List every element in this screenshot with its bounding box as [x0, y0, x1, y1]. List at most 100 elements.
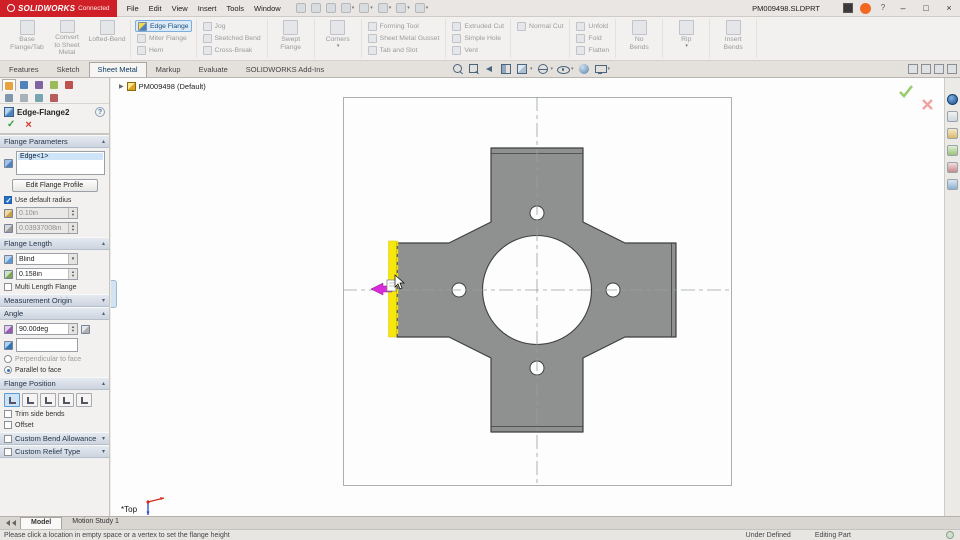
- reference-face-selection[interactable]: [16, 338, 78, 352]
- gap-distance-field[interactable]: 0.03937008in ▴▾: [16, 222, 78, 234]
- flatten-button[interactable]: Flatten: [574, 45, 611, 57]
- print-button[interactable]: ▾: [357, 2, 375, 14]
- display-style-button[interactable]: ▾: [537, 63, 554, 75]
- hide-show-items-button[interactable]: ▾: [557, 63, 574, 75]
- view-settings-button[interactable]: ▾: [594, 63, 611, 75]
- forming-tool-button[interactable]: Forming Tool: [366, 20, 442, 32]
- rebuild-button[interactable]: ▾: [394, 2, 412, 14]
- menu-tools[interactable]: Tools: [221, 2, 249, 15]
- flange-angle-field[interactable]: 90.00deg ▴▾: [16, 323, 78, 335]
- parallel-to-face-radio[interactable]: Parallel to face: [4, 366, 105, 374]
- confirm-cancel-icon[interactable]: [921, 98, 934, 111]
- file-explorer-icon[interactable]: [947, 145, 958, 156]
- extruded-cut-button[interactable]: Extruded Cut: [450, 20, 506, 32]
- rip-button[interactable]: Rip▾: [667, 20, 705, 57]
- jog-button[interactable]: Jog: [201, 20, 263, 32]
- scroll-left-icon[interactable]: [6, 520, 10, 526]
- material-tab[interactable]: [47, 92, 61, 104]
- convert-to-sheet-metal-button[interactable]: Convertto SheetMetal: [48, 20, 86, 57]
- flange-position-bend-from-virtual-sharp-button[interactable]: [58, 393, 74, 407]
- end-condition-dropdown[interactable]: Blind ▾: [16, 253, 78, 265]
- pane-split-icon[interactable]: [908, 64, 918, 74]
- selected-edge-item[interactable]: Edge<1>: [18, 153, 103, 160]
- confirm-ok-icon[interactable]: [898, 84, 914, 98]
- section-angle[interactable]: Angle ▴: [0, 307, 109, 320]
- unfold-button[interactable]: Unfold: [574, 20, 611, 32]
- ok-button[interactable]: ✓: [7, 120, 15, 130]
- graphics-area[interactable]: ▶ PM009498 (Default) *Top: [111, 78, 944, 516]
- scroll-left-icon[interactable]: [12, 520, 16, 526]
- flange-position-bend-outside-button[interactable]: [40, 393, 56, 407]
- offset-checkbox[interactable]: Offset: [4, 421, 105, 429]
- options-button[interactable]: ▾: [413, 2, 431, 14]
- panel-splitter-handle[interactable]: [111, 280, 117, 308]
- edge-selection-list[interactable]: Edge<1>: [16, 151, 105, 175]
- corners-button[interactable]: Corners▾: [319, 20, 357, 57]
- configuration-manager-tab[interactable]: [32, 79, 46, 91]
- perpendicular-to-face-radio[interactable]: Perpendicular to face: [4, 355, 105, 363]
- sketched-bend-button[interactable]: Sketched Bend: [201, 32, 263, 44]
- history-tab[interactable]: [17, 92, 31, 104]
- minimize-button[interactable]: –: [895, 3, 911, 13]
- launch-icon[interactable]: [843, 3, 853, 13]
- multi-length-flange-checkbox[interactable]: Multi Length Flange: [4, 283, 105, 291]
- pane-minimize-icon[interactable]: [921, 64, 931, 74]
- open-button[interactable]: [324, 2, 338, 14]
- section-view-button[interactable]: [500, 63, 512, 75]
- tab-features[interactable]: Features: [0, 62, 48, 77]
- cancel-button[interactable]: ×: [25, 120, 31, 130]
- new-button[interactable]: [309, 2, 323, 14]
- section-flange-parameters[interactable]: Flange Parameters ▴: [0, 135, 109, 148]
- bend-radius-field[interactable]: 0.10in ▴▾: [16, 207, 78, 219]
- pane-close-icon[interactable]: [947, 64, 957, 74]
- edge-flange-button[interactable]: Edge Flange: [135, 20, 192, 32]
- tab-model[interactable]: Model: [20, 517, 62, 529]
- flange-position-tangent-to-bend-button[interactable]: [76, 393, 92, 407]
- section-measurement-origin[interactable]: Measurement Origin ▾: [0, 294, 109, 307]
- sheet-metal-gusset-button[interactable]: Sheet Metal Gusset: [366, 32, 442, 44]
- display-manager-tab[interactable]: [47, 79, 61, 91]
- fold-button[interactable]: Fold: [574, 32, 611, 44]
- undo-button[interactable]: ▾: [376, 2, 394, 14]
- tab-and-slot-button[interactable]: Tab and Slot: [366, 45, 442, 57]
- insert-bends-button[interactable]: InsertBends: [714, 20, 752, 57]
- zoom-to-area-button[interactable]: [468, 63, 480, 75]
- hem-button[interactable]: Hem: [135, 45, 192, 57]
- spinner[interactable]: ▴▾: [68, 324, 77, 334]
- menu-insert[interactable]: Insert: [193, 2, 222, 15]
- menu-edit[interactable]: Edit: [144, 2, 167, 15]
- flange-position-material-outside-button[interactable]: [22, 393, 38, 407]
- zoom-to-fit-button[interactable]: [452, 63, 464, 75]
- account-avatar[interactable]: [860, 3, 871, 14]
- angle-reference-icon[interactable]: [81, 325, 90, 334]
- edit-flange-profile-button[interactable]: Edit Flange Profile: [12, 179, 98, 192]
- feature-manager-tab[interactable]: [17, 79, 31, 91]
- menu-view[interactable]: View: [167, 2, 193, 15]
- flange-position-material-inside-button[interactable]: [4, 393, 20, 407]
- tab-motion-study-1[interactable]: Motion Study 1: [62, 517, 129, 529]
- view-palette-icon[interactable]: [947, 162, 958, 173]
- spinner[interactable]: ▴▾: [68, 269, 77, 279]
- simple-hole-button[interactable]: Simple Hole: [450, 32, 506, 44]
- markup-manager-tab[interactable]: [62, 79, 76, 91]
- tab-sketch[interactable]: Sketch: [48, 62, 89, 77]
- base-flange-tab-button[interactable]: BaseFlange/Tab: [8, 20, 46, 57]
- lofted-bend-button[interactable]: Lofted-Bend: [88, 20, 126, 57]
- sensors-tab[interactable]: [2, 92, 16, 104]
- view-orientation-button[interactable]: ▾: [516, 63, 533, 75]
- annotations-tab[interactable]: [32, 92, 46, 104]
- vent-button[interactable]: Vent: [450, 45, 506, 57]
- use-default-radius-checkbox[interactable]: Use default radius: [4, 196, 105, 204]
- 3dexperience-icon[interactable]: [947, 94, 958, 105]
- help-icon[interactable]: ?: [878, 3, 888, 13]
- previous-view-button[interactable]: [484, 63, 496, 75]
- pin-button[interactable]: [294, 2, 308, 14]
- section-custom-bend-allowance[interactable]: Custom Bend Allowance ▾: [0, 432, 109, 445]
- expand-arrow-icon[interactable]: ▶: [119, 83, 124, 90]
- tab-solidworks-add-ins[interactable]: SOLIDWORKS Add-Ins: [237, 62, 333, 77]
- close-button[interactable]: ×: [941, 3, 957, 13]
- checkbox-icon[interactable]: [4, 435, 12, 443]
- save-button[interactable]: ▾: [339, 2, 357, 14]
- section-flange-position[interactable]: Flange Position ▴: [0, 377, 109, 390]
- normal-cut-button[interactable]: Normal Cut: [515, 20, 565, 33]
